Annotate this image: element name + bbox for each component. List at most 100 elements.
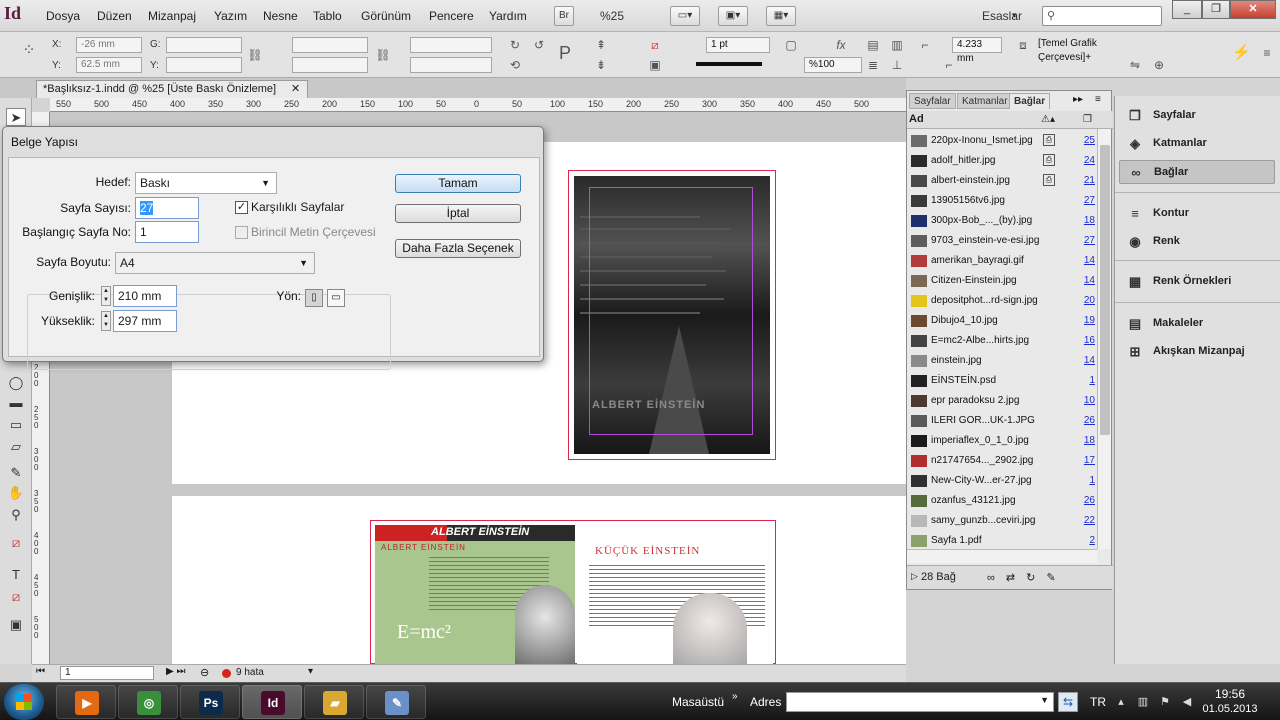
facing-pages-label[interactable]: Karşılıklı Sayfalar xyxy=(251,200,344,214)
link-row[interactable]: 9703_einstein-ve-esi.jpg 27 xyxy=(907,231,1097,251)
close-icon[interactable]: ✕ xyxy=(291,81,300,97)
select-content-icon[interactable]: ⇟ xyxy=(592,56,610,74)
warning-icon[interactable]: ⚠▴ xyxy=(1041,114,1055,125)
spread-left-page[interactable]: ALBERT EİNSTEİN ALBERT EİNSTEİN E=mc² xyxy=(375,525,575,664)
rotate-ccw-icon[interactable]: ↺ xyxy=(530,36,548,54)
gradient-tool-icon[interactable]: ▬ xyxy=(6,394,26,412)
link-row[interactable]: 220px-Inonu_Ismet.jpg ⎙ 25 xyxy=(907,131,1097,151)
link-page-number[interactable]: 16 xyxy=(1084,335,1095,346)
taskbar-app-media-player[interactable]: ▶ xyxy=(56,685,116,719)
wrap-around-icon[interactable]: ▥ xyxy=(888,36,906,54)
link-row[interactable]: Sayfa 1.pdf 2 xyxy=(907,531,1097,551)
panel-menu-icon[interactable]: ≡ xyxy=(1095,94,1101,105)
panel-menu-icon[interactable]: ≡ xyxy=(1258,44,1276,62)
close-button[interactable]: ✕ xyxy=(1230,0,1276,19)
link-row[interactable]: epr paradoksu 2.jpg 10 xyxy=(907,391,1097,411)
ellipse-tool-icon[interactable]: ◯ xyxy=(6,374,26,392)
width-field[interactable]: 210 mm xyxy=(113,285,177,307)
tab-layers[interactable]: Katmanlar xyxy=(957,93,1013,109)
chevron-down-icon[interactable]: ▼ xyxy=(1040,695,1049,705)
width-field[interactable] xyxy=(166,37,242,53)
menu-view[interactable]: Görünüm xyxy=(361,9,411,23)
link-page-number[interactable]: 22 xyxy=(1084,515,1095,526)
link-page-number[interactable]: 27 xyxy=(1084,235,1095,246)
collapse-icon[interactable]: ▸▸ xyxy=(1073,94,1083,105)
menu-type[interactable]: Yazım xyxy=(214,9,247,23)
screen-mode-icon[interactable]: ▣ xyxy=(6,616,26,634)
page-size-select[interactable]: A4 ▼ xyxy=(115,252,315,274)
horizontal-scrollbar[interactable] xyxy=(907,549,1097,563)
minimize-button[interactable]: _ xyxy=(1172,0,1202,19)
link-row[interactable]: E=mc2-Albe...hirts.jpg 16 xyxy=(907,331,1097,351)
shear-field[interactable] xyxy=(410,57,492,73)
help-search-input[interactable]: ⚲ xyxy=(1042,6,1162,26)
more-options-button[interactable]: Daha Fazla Seçenek xyxy=(395,239,521,258)
column-name[interactable]: Ad xyxy=(909,113,924,125)
link-row[interactable]: EİNSTEİN.psd 1 xyxy=(907,371,1097,391)
link-row[interactable]: 300px-Bob_..._(by).jpg 18 xyxy=(907,211,1097,231)
cover-page[interactable]: ALBERT EİNSTEİN xyxy=(568,170,776,460)
landscape-orientation-icon[interactable]: ▭ xyxy=(327,289,345,307)
tab-pages[interactable]: Sayfalar xyxy=(909,93,956,109)
height-stepper[interactable]: ▲ ▼ xyxy=(101,311,111,331)
stroke-weight-field[interactable]: 1 pt xyxy=(706,37,770,53)
tray-arrow-icon[interactable]: ▴ xyxy=(1114,695,1128,709)
menu-help[interactable]: Yardım xyxy=(489,9,527,23)
rotation-field[interactable] xyxy=(410,37,492,53)
corner-options-icon[interactable]: ⌐ xyxy=(916,36,934,54)
start-button[interactable] xyxy=(4,684,44,720)
reference-point-icon[interactable]: ⁘ xyxy=(20,42,38,60)
zoom-level[interactable]: %25 xyxy=(600,9,624,23)
effects-icon[interactable]: fx xyxy=(832,36,850,54)
link-row[interactable]: depositphot...rd-sign.jpg 20 xyxy=(907,291,1097,311)
taskbar-app-indesign[interactable]: Id xyxy=(242,685,302,719)
taskbar-app-chrome[interactable]: ◎ xyxy=(118,685,178,719)
page-number-field[interactable]: 1 xyxy=(60,666,154,680)
menu-table[interactable]: Tablo xyxy=(313,9,342,23)
link-page-number[interactable]: 17 xyxy=(1084,455,1095,466)
scale-x-field[interactable] xyxy=(292,37,368,53)
link-row[interactable]: albert-einstein.jpg ⎙ 21 xyxy=(907,171,1097,191)
link-page-number[interactable]: 19 xyxy=(1084,315,1095,326)
link-page-number[interactable]: 18 xyxy=(1084,215,1095,226)
screen-mode-button[interactable]: ▣▾ xyxy=(718,6,748,26)
link-row[interactable]: ozanfus_43121.jpg 26 xyxy=(907,491,1097,511)
zoom-tool-icon[interactable]: ⚲ xyxy=(6,506,26,524)
menu-edit[interactable]: Düzen xyxy=(97,9,132,23)
flag-icon[interactable]: ⚑ xyxy=(1158,695,1172,709)
width-stepper[interactable]: ▲ ▼ xyxy=(101,286,111,306)
modified-link-icon[interactable]: ⎙ xyxy=(1043,134,1055,146)
link-page-number[interactable]: 1 xyxy=(1089,475,1095,486)
next-page-icon[interactable]: ▶ ⏭ xyxy=(166,666,185,677)
arrange-documents-button[interactable]: ▦▾ xyxy=(766,6,796,26)
expand-icon[interactable]: ▷ xyxy=(911,571,918,582)
link-actions-icon[interactable]: ∞ ⇄ ↻ ✎ xyxy=(987,571,1060,584)
height-field[interactable]: 297 mm xyxy=(113,310,177,332)
intent-select[interactable]: Baskı ▼ xyxy=(135,172,277,194)
number-of-pages-field[interactable]: 27 xyxy=(135,197,199,219)
bridge-button[interactable]: Br xyxy=(554,6,574,26)
clock-time[interactable]: 19:56 xyxy=(1200,687,1260,701)
scroll-thumb[interactable] xyxy=(1100,145,1110,435)
portrait-orientation-icon[interactable]: ▯ xyxy=(305,289,323,307)
constrain-proportions-icon[interactable]: ⛓ xyxy=(246,46,264,64)
start-page-field[interactable]: 1 xyxy=(135,221,199,243)
link-row[interactable]: adolf_hitler.jpg ⎙ 24 xyxy=(907,151,1097,171)
corner-shape-icon[interactable]: ⌐ xyxy=(940,56,958,74)
apply-none-icon[interactable]: ⧄ xyxy=(6,588,26,606)
distribute-icon[interactable]: ⊥ xyxy=(888,56,906,74)
link-page-number[interactable]: 24 xyxy=(1084,155,1095,166)
link-page-number[interactable]: 14 xyxy=(1084,275,1095,286)
text-frame-outline[interactable] xyxy=(589,187,753,435)
taskbar-app-explorer[interactable]: ▰ xyxy=(304,685,364,719)
selection-tool-icon[interactable]: ➤ xyxy=(6,108,26,126)
align-icon[interactable]: ≣ xyxy=(864,56,882,74)
desktop-toolbar-label[interactable]: Masaüstü xyxy=(672,695,724,709)
chevron-down-icon[interactable]: ▾ xyxy=(308,666,313,677)
quick-apply-icon[interactable]: ⚡ xyxy=(1232,44,1251,62)
fill-stroke-icon[interactable]: ⧄ xyxy=(6,534,26,552)
height-field[interactable] xyxy=(166,57,242,73)
link-page-number[interactable]: 26 xyxy=(1084,415,1095,426)
link-page-number[interactable]: 14 xyxy=(1084,355,1095,366)
network-icon[interactable]: ▥ xyxy=(1136,695,1150,709)
